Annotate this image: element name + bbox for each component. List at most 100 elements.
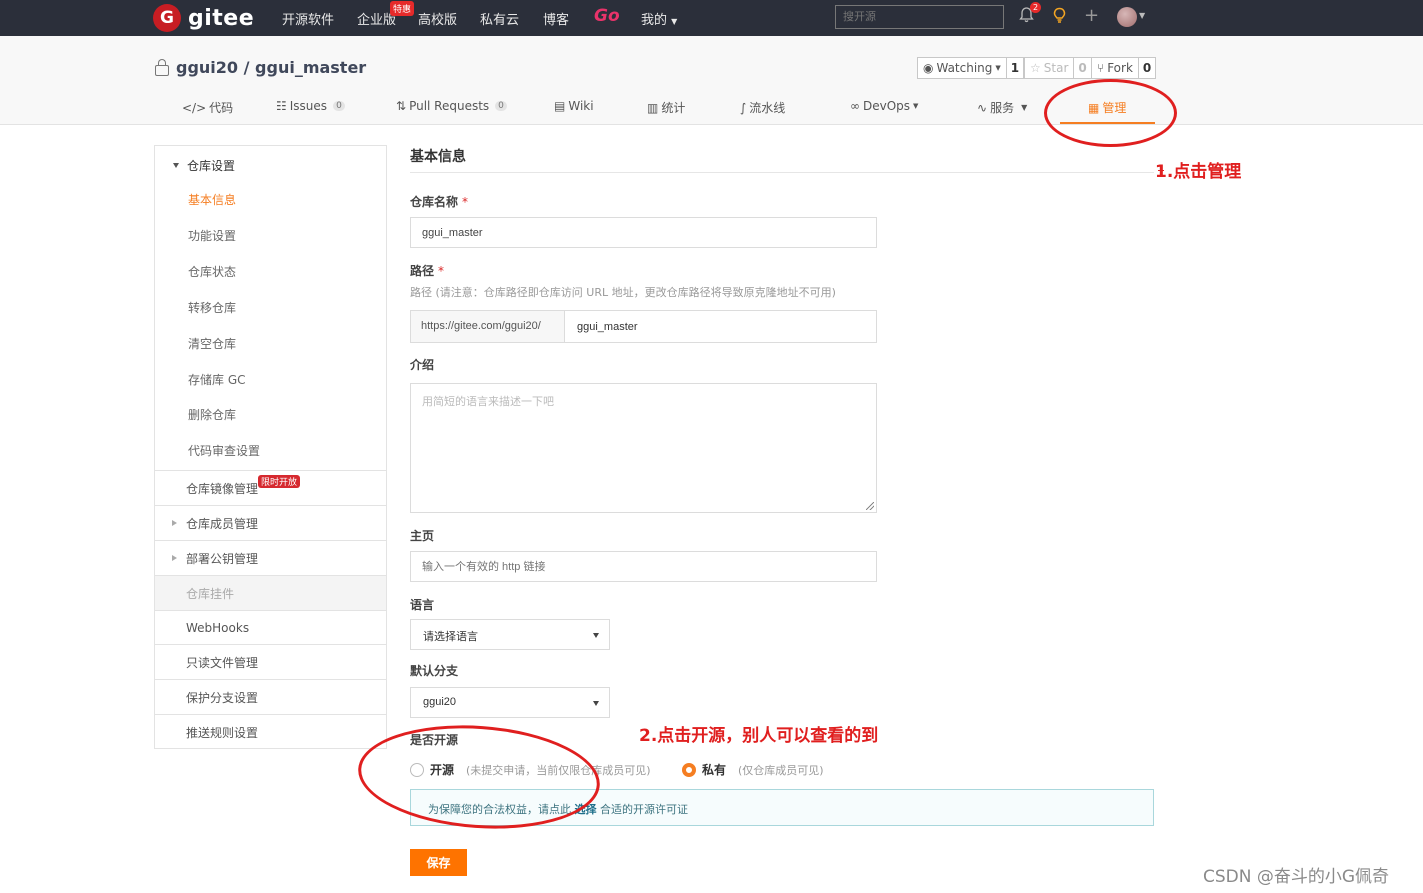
caret-down-icon — [173, 163, 179, 168]
watch-label: Watching — [936, 61, 993, 75]
repo-title: ggui20 / ggui_master — [155, 58, 366, 77]
fork-button-label[interactable]: ⑂ Fork — [1092, 58, 1138, 78]
star-count[interactable]: 0 — [1073, 58, 1090, 78]
lightbulb-icon[interactable] — [1052, 7, 1067, 28]
radio-private-circle[interactable] — [682, 762, 696, 777]
sidebar-item-member-management[interactable]: 仓库成员管理 — [155, 505, 386, 540]
tab-issues-label: Issues — [289, 99, 328, 113]
notification-count-badge: 2 — [1030, 2, 1041, 13]
nav-go[interactable]: Go — [594, 6, 620, 26]
fork-button[interactable]: ⑂ Fork 0 — [1091, 57, 1157, 79]
required-asterisk: * — [438, 264, 445, 278]
fork-label: Fork — [1107, 61, 1133, 75]
sidebar-item-repo-status[interactable]: 仓库状态 — [188, 263, 236, 280]
language-select[interactable]: 请选择语言 — [410, 619, 610, 650]
sidebar-item-clear-repo[interactable]: 清空仓库 — [188, 335, 236, 352]
tab-stats[interactable]: ▥ 统计 — [647, 99, 685, 116]
license-select-link[interactable]: 选择 — [575, 803, 597, 816]
sidebar-item-transfer-repo[interactable]: 转移仓库 — [188, 299, 236, 316]
tab-pull-requests[interactable]: ⇅ Pull Requests 0 — [396, 99, 507, 113]
manage-icon: ▦ — [1088, 100, 1100, 115]
intro-textarea[interactable]: 用简短的语言来描述一下吧 — [410, 383, 877, 513]
gitee-logo[interactable]: G gitee — [153, 4, 254, 32]
lock-icon — [155, 59, 169, 76]
sidebar-section-repo-settings[interactable]: 仓库设置 — [173, 157, 235, 174]
language-select-value: 请选择语言 — [423, 631, 478, 643]
default-branch-value: ggui20 — [423, 696, 457, 708]
homepage-label: 主页 — [410, 529, 435, 543]
tab-pipeline[interactable]: ∫ 流水线 — [740, 99, 785, 116]
radio-open-source[interactable]: 开源 (未提交申请，当前仅限仓库成员可见) — [410, 761, 651, 778]
chevron-down-icon: ▼ — [671, 17, 678, 26]
license-notice-text: 为保障您的合法权益，请点此 — [428, 803, 571, 816]
tab-devops-label: DevOps — [863, 99, 911, 113]
caret-right-icon — [172, 520, 177, 526]
caret-right-icon — [172, 555, 177, 561]
sidebar-item-repo-widget[interactable]: 仓库挂件 — [155, 575, 386, 610]
save-button[interactable]: 保存 — [410, 849, 467, 876]
avatar[interactable] — [1117, 7, 1137, 27]
homepage-input[interactable] — [410, 551, 877, 582]
nav-blog[interactable]: 博客 — [543, 9, 569, 28]
gitee-logo-text: gitee — [188, 5, 255, 31]
tab-stats-label: 统计 — [661, 101, 686, 115]
pull-request-icon: ⇅ — [396, 99, 407, 113]
default-branch-select[interactable]: ggui20 — [410, 687, 610, 718]
annotation-step2: 2.点击开源，别人可以查看的到 — [639, 726, 879, 746]
intro-placeholder: 用简短的语言来描述一下吧 — [422, 396, 554, 408]
eye-icon: ◉ — [923, 61, 934, 75]
sidebar-item-deploy-keys[interactable]: 部署公钥管理 — [155, 540, 386, 575]
tab-code[interactable]: </> 代码 — [182, 99, 233, 116]
chevron-down-icon — [593, 701, 599, 706]
star-button-label[interactable]: ☆ Star — [1025, 58, 1073, 78]
radio-open-source-circle[interactable] — [410, 762, 424, 777]
nav-private-cloud[interactable]: 私有云 — [480, 9, 519, 28]
sidebar-item-push-rules[interactable]: 推送规则设置 — [155, 714, 386, 749]
radio-private[interactable]: 私有 (仅仓库成员可见) — [682, 761, 824, 778]
repo-name-label-text: 仓库名称 — [410, 195, 459, 209]
tab-pipeline-label: 流水线 — [749, 101, 786, 115]
fork-count[interactable]: 0 — [1137, 58, 1155, 78]
pull-requests-count: 0 — [495, 101, 507, 111]
nav-mine[interactable]: 我的 ▼ — [641, 9, 677, 28]
sidebar-item-webhooks[interactable]: WebHooks — [155, 610, 386, 645]
radio-private-label: 私有 — [702, 763, 727, 777]
resize-handle-icon[interactable] — [866, 502, 874, 510]
watch-count[interactable]: 1 — [1005, 58, 1023, 78]
tab-devops[interactable]: ∞ DevOps ▼ — [850, 99, 918, 113]
avatar-chevron-down-icon[interactable]: ▼ — [1139, 11, 1145, 20]
code-icon: </> — [182, 100, 207, 115]
sidebar-item-protected-branches[interactable]: 保护分支设置 — [155, 679, 386, 714]
sidebar-item-code-review[interactable]: 代码审查设置 — [188, 442, 260, 459]
stats-icon: ▥ — [647, 100, 659, 115]
sidebar-item-storage-gc[interactable]: 存储库 GC — [188, 371, 246, 388]
issues-icon: ☷ — [276, 99, 287, 113]
plus-icon[interactable]: + — [1084, 5, 1099, 26]
sidebar-item-basic-info[interactable]: 基本信息 — [188, 191, 236, 208]
wiki-icon: ▤ — [554, 99, 566, 113]
path-input[interactable] — [564, 310, 877, 343]
tab-wiki[interactable]: ▤ Wiki — [554, 99, 594, 113]
default-branch-label: 默认分支 — [410, 664, 459, 678]
sidebar-item-delete-repo[interactable]: 删除仓库 — [188, 406, 236, 423]
path-label: 路径 * — [410, 262, 444, 279]
repo-name[interactable]: ggui20 / ggui_master — [176, 58, 366, 77]
nav-education[interactable]: 高校版 — [418, 9, 457, 28]
repo-name-input[interactable] — [410, 217, 877, 248]
search-input[interactable] — [835, 5, 1004, 29]
repo-header: ggui20 / ggui_master ◉ Watching ▼ 1 ☆ Star … — [0, 36, 1423, 125]
watch-button-label[interactable]: ◉ Watching ▼ — [918, 58, 1006, 78]
nav-open-source[interactable]: 开源软件 — [282, 9, 334, 28]
sidebar-item-feature-settings[interactable]: 功能设置 — [188, 227, 236, 244]
title-divider — [410, 172, 1154, 173]
tab-issues[interactable]: ☷ Issues 0 — [276, 99, 345, 113]
watch-button[interactable]: ◉ Watching ▼ 1 — [917, 57, 1025, 79]
sidebar-item-readonly-files[interactable]: 只读文件管理 — [155, 644, 386, 679]
tab-manage[interactable]: ▦ 管理 — [1088, 99, 1126, 116]
tab-services[interactable]: ∿ 服务 ▼ — [977, 99, 1027, 116]
sidebar-item-mirror-management[interactable]: 仓库镜像管理 限时开放 — [155, 470, 386, 505]
star-button[interactable]: ☆ Star 0 — [1024, 57, 1092, 79]
nav-mine-label: 我的 — [641, 13, 668, 28]
license-notice: 为保障您的合法权益，请点此 选择 合适的开源许可证 — [410, 789, 1154, 826]
top-navbar: G gitee 开源软件 企业版 特惠 高校版 私有云 博客 Go 我的 ▼ 2… — [0, 0, 1423, 36]
